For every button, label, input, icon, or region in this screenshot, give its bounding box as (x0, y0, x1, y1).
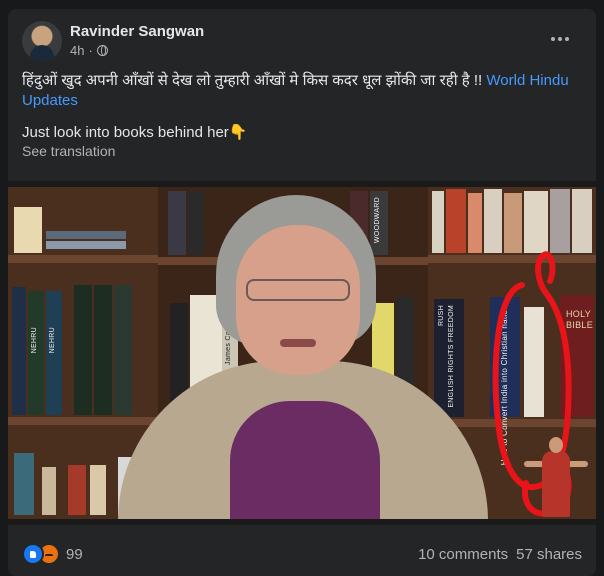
post-photo[interactable]: NEHRU NEHRU WOODWARD James Calg RUSH ENG… (8, 181, 596, 525)
glasses (246, 279, 350, 301)
post-time[interactable]: 4h (70, 43, 84, 58)
post-text-line1: हिंदुओं खुद अपनी आँखों से देख लो तुम्हार… (22, 71, 582, 111)
person-saree (230, 401, 380, 525)
book-title-nehru-2: NEHRU (49, 327, 56, 354)
comments-count[interactable]: 10 comments (418, 546, 508, 563)
post-text: हिंदुओं खुद अपनी आँखों से देख लो तुम्हार… (22, 71, 582, 143)
post-footer: 99 10 comments 57 shares (22, 539, 582, 569)
post-meta: 4h · (70, 43, 108, 58)
like-reaction-icon (22, 543, 44, 565)
jesus-statue (524, 437, 588, 519)
author-avatar[interactable] (22, 21, 62, 61)
more-options-button[interactable] (546, 29, 574, 49)
book-title-nehru-1: NEHRU (31, 327, 38, 354)
book-title-rush: RUSH (438, 305, 445, 327)
reaction-count[interactable]: 99 (66, 546, 83, 563)
book-title-english: ENGLISH RIGHTS FREEDOM (448, 305, 455, 408)
author-name[interactable]: Ravinder Sangwan (70, 23, 204, 40)
more-options-icon (551, 37, 555, 41)
post-text-english: Just look into books behind her👇 (22, 124, 248, 141)
post-text-hindi: हिंदुओं खुद अपनी आँखों से देख लो तुम्हार… (22, 72, 483, 89)
post-header: Ravinder Sangwan 4h · (22, 21, 582, 63)
see-translation-link[interactable]: See translation (22, 143, 115, 159)
post-card: Ravinder Sangwan 4h · हिंदुओं खुद अपनी आ… (8, 9, 596, 576)
reactions[interactable]: 99 (22, 543, 83, 565)
meta-separator: · (88, 43, 93, 58)
globe-icon[interactable] (96, 45, 108, 56)
shares-count[interactable]: 57 shares (516, 546, 582, 563)
book-title-woodward: WOODWARD (374, 197, 381, 244)
